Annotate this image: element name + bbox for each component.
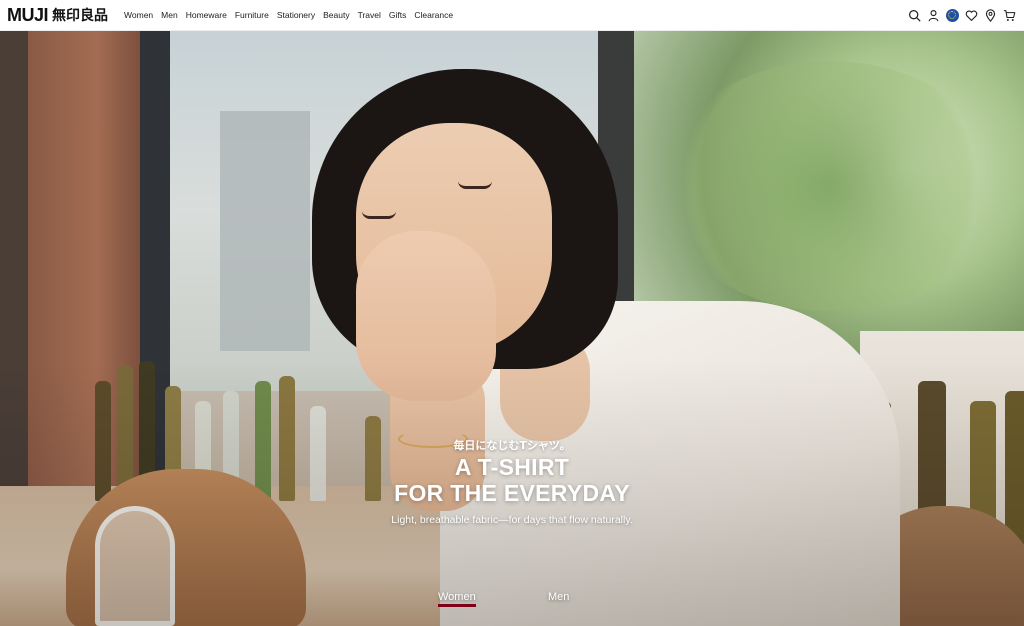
region-flag-icon[interactable] (945, 8, 959, 22)
cart-icon[interactable] (1002, 8, 1016, 22)
hero-headline-line1: A T-SHIRT (454, 454, 570, 480)
hero-vignette (0, 31, 1024, 626)
nav-item-women[interactable]: Women (120, 0, 157, 31)
muji-logo[interactable]: MUJI 無印良品 (7, 0, 108, 31)
header-icons (907, 8, 1016, 22)
search-icon[interactable] (907, 8, 921, 22)
wishlist-heart-icon[interactable] (964, 8, 978, 22)
hero-subtitle: Light, breathable fabric—for days that f… (391, 514, 633, 526)
active-tab-underline (438, 604, 476, 607)
tab-men[interactable]: Men (548, 591, 569, 603)
store-locator-icon[interactable] (983, 8, 997, 22)
nav-item-gifts[interactable]: Gifts (385, 0, 410, 31)
logo-latin-text: MUJI (7, 4, 49, 25)
tab-women[interactable]: Women (438, 591, 476, 603)
hero-category-tabs: Women Men (0, 591, 1024, 621)
hero-headline[interactable]: A T-SHIRT FOR THE EVERYDAY (0, 454, 1024, 506)
nav-item-furniture[interactable]: Furniture (231, 0, 273, 31)
nav-item-clearance[interactable]: Clearance (410, 0, 457, 31)
hero-kicker-japanese: 毎日になじむTシャツ。 (453, 439, 571, 452)
nav-item-travel[interactable]: Travel (354, 0, 385, 31)
nav-item-men[interactable]: Men (157, 0, 182, 31)
hero-headline-line2: FOR THE EVERYDAY (394, 480, 630, 506)
nav-item-beauty[interactable]: Beauty (319, 0, 353, 31)
account-icon[interactable] (926, 8, 940, 22)
main-nav: Women Men Homeware Furniture Stationery … (120, 0, 457, 31)
nav-item-homeware[interactable]: Homeware (182, 0, 231, 31)
logo-japanese-text: 無印良品 (52, 8, 109, 24)
site-header: MUJI 無印良品 Women Men Homeware Furniture S… (0, 0, 1024, 31)
hero-banner[interactable]: 毎日になじむTシャツ。 A T-SHIRT FOR THE EVERYDAY L… (0, 31, 1024, 626)
nav-item-stationery[interactable]: Stationery (273, 0, 319, 31)
